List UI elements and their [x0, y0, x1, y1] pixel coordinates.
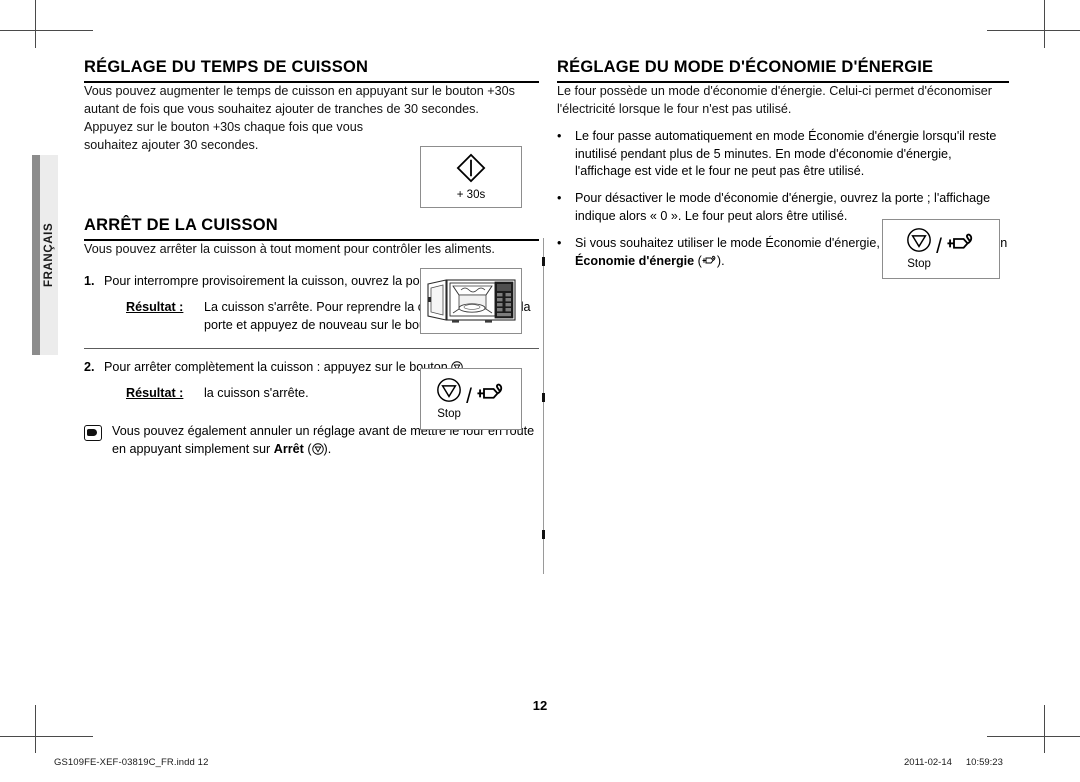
bullet-marker: •: [557, 128, 562, 143]
note-text-part2: (: [303, 441, 312, 456]
language-tab-dark-bar: [32, 155, 40, 355]
energy-save-plug-icon: [476, 382, 506, 408]
footer-timestamp: 2011-02-14 10:59:23: [904, 757, 1003, 768]
start-diamond-icon: [456, 153, 486, 188]
fold-tick-mark: [542, 530, 545, 539]
footer-time: 10:59:23: [965, 757, 1003, 768]
step-divider-rule: [84, 347, 539, 349]
bullet-marker: •: [557, 236, 562, 251]
plus-30s-caption: + 30s: [456, 188, 486, 201]
language-tab-label: FRANÇAIS: [43, 222, 55, 288]
step-2-text-part1: Pour arrêter complètement la cuisson : a…: [104, 359, 452, 374]
energy-save-plug-icon: [702, 254, 717, 265]
fold-tick-mark: [542, 393, 545, 402]
language-side-tab: FRANÇAIS: [32, 155, 58, 355]
cooking-time-paragraph-2: Appuyez sur le bouton +30s chaque fois q…: [84, 119, 364, 152]
step-1-number: 1.: [84, 274, 95, 289]
page-number: 12: [532, 698, 548, 713]
section-title-stop-cooking: ARRÊT DE LA CUISSON: [84, 216, 539, 242]
microwave-oven-illustration: [420, 268, 522, 334]
crop-mark-top-left-vertical: [35, 0, 36, 48]
stop-button-illustration-left: Stop /: [420, 368, 522, 430]
stop-triangle-icon: [906, 227, 932, 258]
stop-cooking-intro: Vous pouvez arrêter la cuisson à tout mo…: [84, 242, 495, 257]
energy-save-plug-icon: [946, 232, 976, 258]
pointing-hand-icon: [84, 424, 102, 441]
step-1-result-label: Résultat :: [126, 300, 184, 315]
note-text-part3: ).: [323, 441, 332, 456]
separator-slash: /: [936, 234, 942, 258]
section-title-cooking-time: RÉGLAGE DU TEMPS DE CUISSON: [84, 58, 539, 83]
section-title-energy-saving: RÉGLAGE DU MODE D'ÉCONOMIE D'ÉNERGIE: [557, 58, 1009, 83]
crop-mark-top-left-horizontal: [0, 30, 93, 31]
crop-mark-top-right-vertical: [1044, 0, 1045, 48]
footer-date: 2011-02-14: [904, 757, 952, 768]
center-fold-guide: [543, 238, 544, 574]
step-2-number: 2.: [84, 359, 95, 374]
bullet-bold-phrase: Économie d'énergie: [575, 253, 695, 268]
microwave-oven-open-door-image: [425, 274, 517, 328]
bullet-text: Le four passe automatiquement en mode Éc…: [575, 128, 997, 179]
plus-30s-button-illustration: + 30s: [420, 146, 522, 208]
bullet-marker: •: [557, 191, 562, 206]
stop-triangle-icon: [436, 377, 462, 408]
cooking-time-paragraph-1: Vous pouvez augmenter le temps de cuisso…: [84, 83, 515, 116]
footer-file-name: GS109FE-XEF-03819C_FR.indd 12: [54, 757, 209, 768]
step-2-result-label: Résultat :: [126, 385, 184, 400]
stop-button-label: Stop: [437, 408, 461, 421]
bullet-text-part3: ).: [716, 253, 725, 268]
fold-tick-mark: [542, 257, 545, 266]
bullet-item: • Le four passe automatiquement en mode …: [557, 128, 1009, 182]
stop-button-label: Stop: [907, 258, 931, 271]
crop-mark-top-right-horizontal: [987, 30, 1080, 31]
stop-button-illustration-right: Stop /: [882, 219, 1000, 279]
stop-triangle-icon: [311, 442, 324, 455]
separator-slash: /: [466, 384, 472, 408]
note-bold-word: Arrêt: [273, 441, 304, 456]
crop-mark-bottom-right-horizontal: [987, 736, 1080, 737]
crop-mark-bottom-left-horizontal: [0, 736, 93, 737]
energy-saving-intro: Le four possède un mode d'économie d'éne…: [557, 83, 992, 116]
bullet-text-part2: (: [694, 253, 702, 268]
